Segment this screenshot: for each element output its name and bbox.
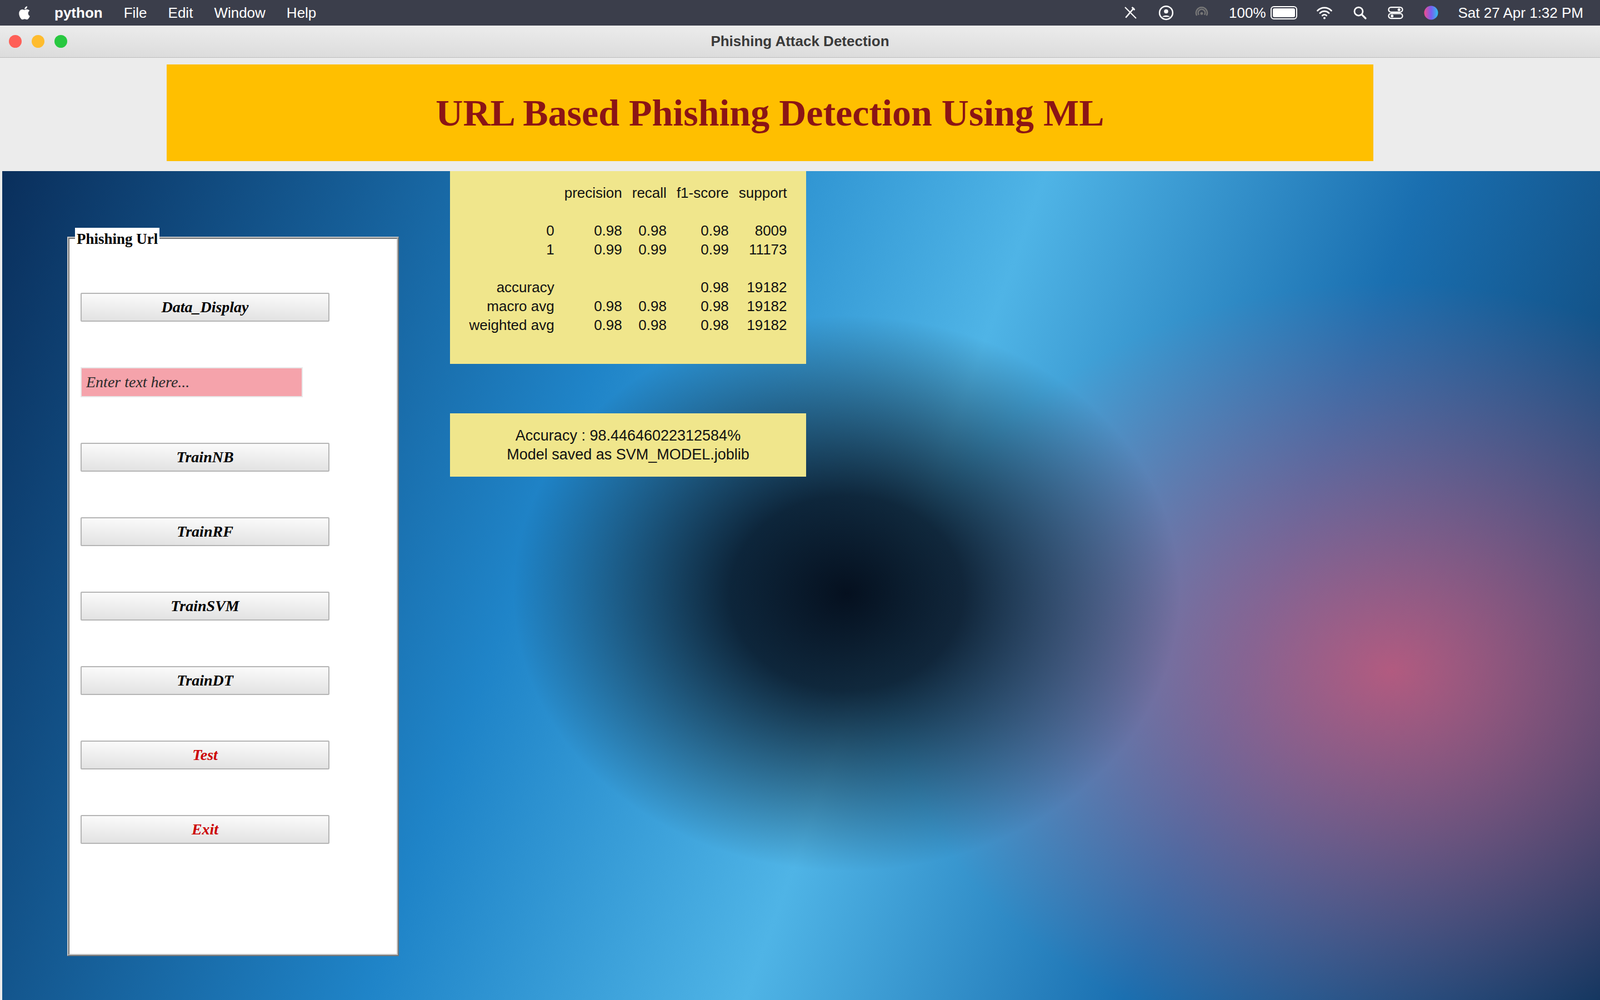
app-menu[interactable]: python (54, 2, 103, 24)
report-cell: 19182 (738, 315, 788, 335)
action-button[interactable]: TrainSVM (80, 591, 330, 621)
report-cell: 11173 (738, 240, 788, 259)
report-cell: 19182 (738, 277, 788, 297)
column-header: recall (632, 183, 667, 203)
menu-item[interactable]: Window (213, 2, 265, 24)
clock: Sat 27 Apr 1:32 PM (1458, 2, 1584, 24)
menu-left: python File Edit Window Help (16, 2, 317, 24)
action-button[interactable]: Test (80, 740, 330, 770)
report-cell: 0.98 (676, 277, 729, 297)
battery: 100% (1228, 2, 1298, 24)
action-button[interactable]: TrainNB (80, 442, 330, 472)
phishing-panel: Phishing UrlData_DisplayTrainNBTrainRFTr… (67, 236, 399, 957)
user-icon (1157, 4, 1175, 22)
button-label: Exit (191, 820, 219, 838)
apple-icon (16, 4, 34, 22)
close-button[interactable] (8, 35, 22, 48)
action-button[interactable]: TrainDT (80, 666, 330, 695)
report-cell (564, 277, 623, 297)
report-cell: 0.98 (632, 221, 667, 240)
row-gap (468, 258, 787, 278)
row-label: weighted avg (468, 315, 554, 335)
row-label: accuracy (468, 277, 554, 297)
minimize-button[interactable] (31, 35, 45, 48)
url-entry[interactable] (80, 367, 303, 398)
header-spacer (468, 183, 554, 203)
menu-bar: python File Edit Window Help 100% Sat 27 Apr 1… (0, 0, 1600, 26)
pen-icon (1122, 4, 1139, 22)
row-gap (468, 202, 787, 222)
action-button[interactable]: TrainRF (80, 517, 330, 547)
report-cell: 0.98 (564, 296, 623, 316)
action-button[interactable]: Data_Display (80, 292, 330, 322)
battery-reading: 100% (1228, 2, 1267, 24)
report-cell: 8009 (738, 221, 788, 240)
result-line: Accuracy : 98.44646022312584% (515, 426, 741, 445)
row-label: macro avg (468, 296, 554, 316)
panel-title: Phishing Url (75, 227, 160, 251)
banner-zone: URL Based Phishing Detection Using ML (0, 57, 1600, 172)
status-area: 100% Sat 27 Apr 1:32 PM (1122, 2, 1584, 24)
window-controls (0, 35, 711, 48)
control-list: Data_Display TrainNB TrainRF TrainSVM TrainD… (69, 238, 397, 844)
report-cell: 0.98 (676, 221, 729, 240)
report-grid: precisionrecallf1-scoresupport00.980.980… (457, 183, 799, 335)
column-header: support (738, 183, 788, 203)
report-cell: 0.98 (676, 296, 729, 316)
button-label: TrainRF (176, 522, 234, 540)
battery-icon (1270, 6, 1298, 20)
row-label: 0 (468, 221, 554, 240)
action-button[interactable]: Exit (80, 815, 330, 844)
report-cell: 0.98 (564, 315, 623, 335)
report-cell: 0.99 (564, 240, 623, 259)
report-cell: 0.99 (676, 240, 729, 259)
title-bar: Phishing Attack Detection (0, 25, 1600, 58)
result-box: Accuracy : 98.44646022312584%Model saved… (450, 413, 807, 477)
column-header: precision (564, 183, 623, 203)
siri-icon (1422, 4, 1440, 22)
report-cell: 0.98 (632, 296, 667, 316)
report-cell: 19182 (738, 296, 788, 316)
wifi-icon (1316, 4, 1333, 22)
menu-item[interactable]: Edit (168, 2, 194, 24)
banner-title: URL Based Phishing Detection Using ML (435, 84, 1104, 142)
report-box: precisionrecallf1-scoresupport00.980.980… (450, 171, 807, 364)
button-label: Test (192, 746, 218, 764)
report-cell: 0.99 (632, 240, 667, 259)
banner: URL Based Phishing Detection Using ML (166, 64, 1374, 162)
column-header: f1-score (676, 183, 729, 203)
button-label: TrainNB (176, 448, 234, 466)
button-label: TrainSVM (170, 597, 239, 615)
airdrop-icon (1193, 4, 1210, 22)
battery-fill (1272, 8, 1295, 18)
button-label: Data_Display (161, 298, 249, 316)
report-cell: 0.98 (676, 315, 729, 335)
row-label: 1 (468, 240, 554, 259)
report-cell (632, 277, 667, 297)
background-image: Phishing Url Data_Display TrainNB TrainRF Tr… (2, 171, 1600, 1000)
menu-item[interactable]: Help (286, 2, 317, 24)
menu-item[interactable]: File (123, 2, 148, 24)
zoom-button[interactable] (54, 35, 68, 48)
result-line: Model saved as SVM_MODEL.joblib (506, 445, 750, 464)
search-icon (1351, 4, 1369, 22)
report-cell: 0.98 (564, 221, 623, 240)
window-title: Phishing Attack Detection (710, 30, 889, 53)
report-cell: 0.98 (632, 315, 667, 335)
button-label: TrainDT (176, 671, 234, 689)
control-center-icon (1387, 4, 1404, 22)
